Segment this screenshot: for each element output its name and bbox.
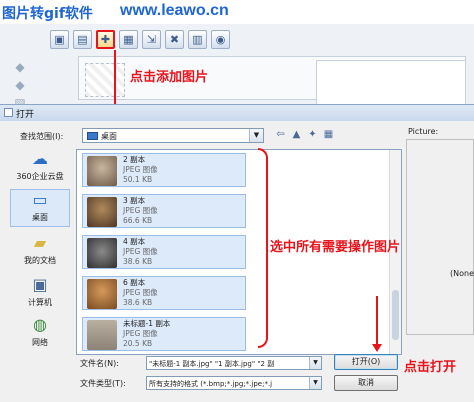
chevron-down-icon[interactable]: ▼ [309,377,321,389]
save-as-icon: ▤ [77,33,88,46]
chevron-down-icon[interactable]: ▼ [249,129,263,142]
annotation-brace [258,148,268,348]
place-network[interactable]: ◍ 网络 [10,315,70,353]
camera-button[interactable]: ◉ [211,30,230,49]
file-name: 未标题-1 副本 [123,319,171,328]
dialog-window-icon [4,108,13,117]
dialog-titlebar: 打开 [0,105,474,121]
camera-icon: ◉ [215,33,226,46]
annotation-click-open: 点击打开 [404,360,457,375]
filetype-value: 所有支持的格式 (*.bmp;*.jpg;*.jpe;*.j [149,380,273,388]
save-as-button[interactable]: ▤ [73,30,92,49]
insert-frame-icon: ▦ [123,33,134,46]
file-name: 4 副本 [123,237,146,246]
scroll-thumb[interactable] [392,290,399,340]
computer-icon: ▣ [32,275,48,294]
annotation-arrow-line [376,296,378,346]
file-type: JPEG 图像 [123,247,158,256]
move-up-icon[interactable]: ◆ [13,60,27,74]
filename-value: "未标题-1 副本.jpg" "1 副本.jpg" "2 副 [149,360,275,368]
cancel-button[interactable]: 取消 [334,375,398,391]
file-type: JPEG 图像 [123,288,158,297]
dog-icon [87,279,117,309]
filename-input[interactable]: "未标题-1 副本.jpg" "1 副本.jpg" "2 副 ▼ [146,356,322,370]
picture-preview [406,139,474,335]
banner-title: 图片转gif软件 [2,6,93,22]
places-bar: ☁ 360企业云盘 ▭ 桌面 ▰ 我的文档 ▣ 计算机 ◍ 网络 [10,149,70,347]
add-image-button[interactable]: ✚ [96,30,115,49]
dialog-title: 打开 [16,110,35,120]
look-in-value: 桌面 [101,132,117,141]
file-item[interactable]: 6 副本 JPEG 图像 38.6 KB [82,276,246,310]
file-name: 3 副本 [123,196,146,205]
place-computer[interactable]: ▣ 计算机 [10,275,70,313]
place-cloud[interactable]: ☁ 360企业云盘 [10,149,70,187]
add-image-icon: ✚ [100,33,111,46]
dialog-nav-toolbar: ⇦ ▲ ✦ ▦ [274,128,335,141]
up-folder-icon[interactable]: ▲ [290,128,303,141]
file-item[interactable]: 未标题-1 副本 JPEG 图像 20.5 KB [82,317,246,351]
film-icon: ▥ [192,33,203,46]
file-size: 66.6 KB [123,216,153,225]
look-in-label: 查找范围(I): [20,132,64,141]
filetype-dropdown[interactable]: 所有支持的格式 (*.bmp;*.jpg;*.jpe;*.j ▼ [146,376,322,390]
annotation-arrow-head [372,344,382,352]
new-folder-icon[interactable]: ✦ [306,128,319,141]
desktop-icon: ▭ [32,190,48,209]
file-size: 20.5 KB [123,339,153,348]
file-item[interactable]: 4 副本 JPEG 图像 38.6 KB [82,235,246,269]
place-label: 桌面 [32,213,48,222]
file-size: 38.6 KB [123,298,153,307]
place-label: 计算机 [28,298,52,307]
chevron-down-icon[interactable]: ▼ [309,357,321,369]
move-down-icon[interactable]: ◆ [13,78,27,92]
file-item[interactable]: 3 副本 JPEG 图像 66.6 KB [82,194,246,228]
desktop-icon [87,132,98,140]
file-size: 38.6 KB [123,257,153,266]
filename-label: 文件名(N): [80,359,119,368]
file-item[interactable]: 2 副本 JPEG 图像 50.1 KB [82,153,246,187]
file-type: JPEG 图像 [123,165,158,174]
banner-url: www.leawo.cn [120,2,229,19]
file-size: 50.1 KB [123,175,153,184]
annotation-select-all: 选中所有需要操作图片 [270,240,401,255]
import-icon: ⇲ [146,33,157,46]
cloud-icon: ☁ [32,149,48,168]
annotation-add-image: 点击添加图片 [130,70,209,85]
network-icon: ◍ [33,315,47,334]
insert-frame-button[interactable]: ▦ [119,30,138,49]
place-label: 网络 [32,338,48,347]
look-in-dropdown[interactable]: 桌面 ▼ [82,128,264,143]
delete-frame-button[interactable]: ✖ [165,30,184,49]
dog-icon [87,197,117,227]
place-label: 360企业云盘 [16,172,64,181]
filetype-label: 文件类型(T): [80,379,126,388]
file-name: 2 副本 [123,155,146,164]
dog-icon [87,156,117,186]
save-button[interactable]: ▣ [50,30,69,49]
file-type: JPEG 图像 [123,329,158,338]
image-icon [87,320,117,350]
open-button[interactable]: 打开(O) [334,354,398,370]
picture-label: Picture: [408,127,439,136]
place-documents[interactable]: ▰ 我的文档 [10,233,70,271]
place-desktop[interactable]: ▭ 桌面 [10,189,70,227]
banner: 图片转gif软件 www.leawo.cn [0,0,474,24]
file-name: 6 副本 [123,278,146,287]
open-file-dialog: 打开 查找范围(I): 桌面 ▼ ⇦ ▲ ✦ ▦ ☁ 360企业云盘 ▭ 桌面 … [0,104,474,402]
view-menu-icon[interactable]: ▦ [322,128,335,141]
documents-folder-icon: ▰ [33,233,47,252]
film-button[interactable]: ▥ [188,30,207,49]
save-icon: ▣ [54,33,65,46]
main-toolbar: ▣ ▤ ✚ ▦ ⇲ ✖ ▥ ◉ [50,30,230,50]
delete-frame-icon: ✖ [169,33,180,46]
empty-frame-placeholder [85,63,125,97]
file-type: JPEG 图像 [123,206,158,215]
preview-none-text: (None [450,269,474,278]
place-label: 我的文档 [24,256,56,265]
dog-icon [87,238,117,268]
import-button[interactable]: ⇲ [142,30,161,49]
annotation-arrow-line [114,50,116,112]
back-icon[interactable]: ⇦ [274,128,287,141]
